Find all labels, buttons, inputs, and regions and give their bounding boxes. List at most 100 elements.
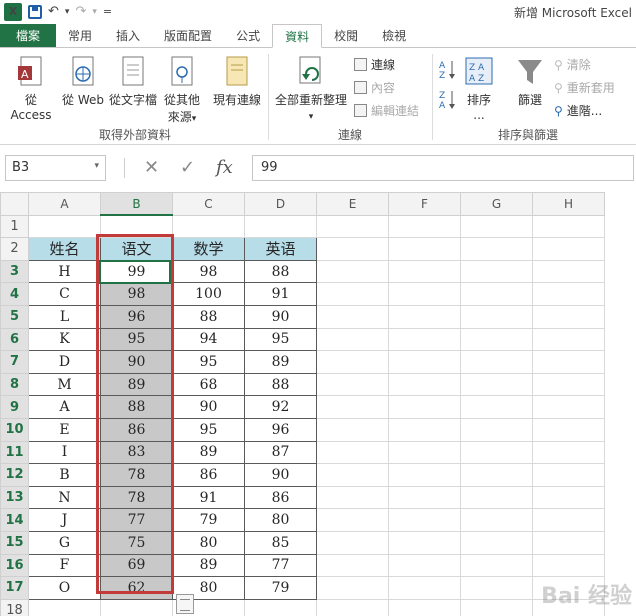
- cell-h4[interactable]: [532, 282, 605, 306]
- tab-page-layout[interactable]: 版面配置: [152, 24, 224, 48]
- reapply-button[interactable]: ⚲ 重新套用: [554, 79, 615, 96]
- row-header-6[interactable]: 6: [0, 327, 29, 352]
- existing-connections-button[interactable]: 現有連線: [210, 56, 264, 108]
- cell-f1[interactable]: [388, 214, 461, 239]
- cell-g8[interactable]: [460, 372, 533, 397]
- cell-a9[interactable]: A: [28, 395, 101, 419]
- row-header-9[interactable]: 9: [0, 395, 29, 419]
- customize-qat-icon[interactable]: =: [103, 2, 112, 22]
- from-access-button[interactable]: A 從 Access: [4, 56, 58, 122]
- row-header-11[interactable]: 11: [0, 440, 29, 465]
- cell-f12[interactable]: [388, 463, 461, 487]
- cell-f15[interactable]: [388, 530, 461, 555]
- cell-c13[interactable]: 91: [172, 485, 245, 510]
- cell-c12[interactable]: 86: [172, 463, 245, 487]
- cell-g10[interactable]: [460, 417, 533, 442]
- cell-e2[interactable]: [316, 237, 389, 261]
- cell-d4[interactable]: 91: [244, 282, 317, 306]
- cell-h8[interactable]: [532, 372, 605, 397]
- cell-d3[interactable]: 88: [244, 259, 317, 284]
- cell-b13[interactable]: 78: [100, 485, 173, 510]
- cell-g12[interactable]: [460, 463, 533, 487]
- cell-f16[interactable]: [388, 553, 461, 578]
- cell-b2[interactable]: 语文: [100, 237, 173, 261]
- cell-d5[interactable]: 90: [244, 304, 317, 329]
- redo-icon[interactable]: ↷: [75, 2, 86, 22]
- cell-a6[interactable]: K: [28, 327, 101, 352]
- column-header-e[interactable]: E: [316, 192, 389, 216]
- properties-button[interactable]: 內容: [354, 79, 395, 96]
- cell-a17[interactable]: O: [28, 576, 101, 600]
- row-header-17[interactable]: 17: [0, 576, 29, 600]
- cell-g7[interactable]: [460, 350, 533, 374]
- row-header-1[interactable]: 1: [0, 214, 29, 239]
- cell-c10[interactable]: 95: [172, 417, 245, 442]
- cell-f17[interactable]: [388, 576, 461, 600]
- cell-a13[interactable]: N: [28, 485, 101, 510]
- cell-b8[interactable]: 89: [100, 372, 173, 397]
- select-all-corner[interactable]: [0, 192, 29, 216]
- cell-b11[interactable]: 83: [100, 440, 173, 465]
- cell-a18[interactable]: [28, 598, 101, 616]
- cell-f10[interactable]: [388, 417, 461, 442]
- clear-filter-button[interactable]: ⚲ 清除: [554, 56, 591, 73]
- cell-b9[interactable]: 88: [100, 395, 173, 419]
- sort-ascending-button[interactable]: AZ: [438, 58, 458, 83]
- column-header-b[interactable]: B: [100, 192, 173, 217]
- cell-h11[interactable]: [532, 440, 605, 465]
- row-header-7[interactable]: 7: [0, 350, 29, 374]
- edit-links-button[interactable]: 編輯連結: [354, 102, 419, 119]
- cell-e1[interactable]: [316, 214, 389, 239]
- cell-g9[interactable]: [460, 395, 533, 419]
- cell-e7[interactable]: [316, 350, 389, 374]
- row-header-10[interactable]: 10: [0, 417, 29, 442]
- cell-b5[interactable]: 96: [100, 304, 173, 329]
- cell-b18[interactable]: [100, 598, 173, 616]
- cell-f9[interactable]: [388, 395, 461, 419]
- cell-h9[interactable]: [532, 395, 605, 419]
- refresh-all-button[interactable]: 全部重新整理 ▾: [272, 56, 350, 122]
- cell-h6[interactable]: [532, 327, 605, 352]
- cell-d10[interactable]: 96: [244, 417, 317, 442]
- cell-b4[interactable]: 98: [100, 282, 173, 306]
- tab-home[interactable]: 常用: [56, 24, 104, 48]
- cell-b1[interactable]: [100, 214, 173, 239]
- cell-d12[interactable]: 90: [244, 463, 317, 487]
- cell-f14[interactable]: [388, 508, 461, 532]
- tab-formulas[interactable]: 公式: [224, 24, 272, 48]
- cell-e11[interactable]: [316, 440, 389, 465]
- row-header-3[interactable]: 3: [0, 259, 29, 284]
- cell-b14[interactable]: 77: [100, 508, 173, 532]
- row-header-4[interactable]: 4: [0, 282, 29, 306]
- cell-a8[interactable]: M: [28, 372, 101, 397]
- from-web-button[interactable]: 從 Web: [60, 56, 106, 108]
- cell-a11[interactable]: I: [28, 440, 101, 465]
- formula-input[interactable]: 99: [252, 155, 634, 181]
- cell-f18[interactable]: [388, 598, 461, 616]
- cell-d6[interactable]: 95: [244, 327, 317, 352]
- cell-g4[interactable]: [460, 282, 533, 306]
- row-header-15[interactable]: 15: [0, 530, 29, 555]
- cell-h16[interactable]: [532, 553, 605, 578]
- row-header-18[interactable]: 18: [0, 598, 29, 616]
- cell-h14[interactable]: [532, 508, 605, 532]
- name-box[interactable]: B3 ▾: [5, 155, 106, 181]
- cell-a4[interactable]: C: [28, 282, 101, 306]
- sort-button[interactable]: Z AA Z 排序 ...: [462, 56, 496, 122]
- cell-e3[interactable]: [316, 259, 389, 284]
- cell-h12[interactable]: [532, 463, 605, 487]
- cell-g5[interactable]: [460, 304, 533, 329]
- cell-b16[interactable]: 69: [100, 553, 173, 578]
- advanced-filter-button[interactable]: ⚲ 進階...: [554, 102, 602, 119]
- column-header-g[interactable]: G: [460, 192, 533, 216]
- cell-b15[interactable]: 75: [100, 530, 173, 555]
- cell-a7[interactable]: D: [28, 350, 101, 374]
- cell-f6[interactable]: [388, 327, 461, 352]
- undo-icon[interactable]: ↶: [48, 2, 59, 22]
- cell-g1[interactable]: [460, 214, 533, 239]
- cell-h13[interactable]: [532, 485, 605, 510]
- confirm-entry-icon[interactable]: ✓: [180, 155, 195, 181]
- cell-h2[interactable]: [532, 237, 605, 261]
- cell-g16[interactable]: [460, 553, 533, 578]
- cell-a5[interactable]: L: [28, 304, 101, 329]
